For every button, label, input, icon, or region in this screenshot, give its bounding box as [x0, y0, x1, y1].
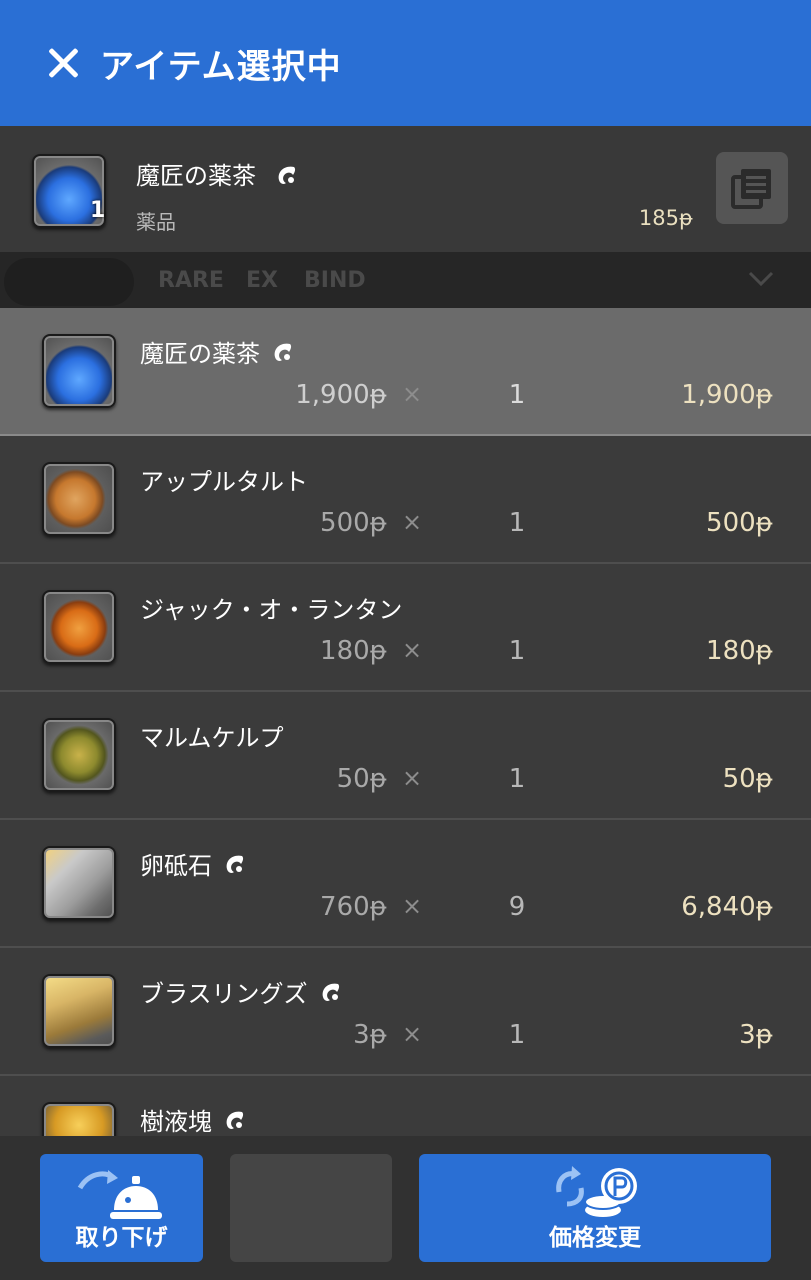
item-name-wrap: 卵砥石: [140, 846, 248, 881]
price-change-icon: [556, 1166, 637, 1217]
item-name: マルムケルプ: [140, 724, 284, 752]
withdraw-label: 取り下げ: [75, 1225, 168, 1251]
tea-icon: [42, 334, 116, 408]
item-name-wrap: ジャック・オ・ランタン: [140, 590, 402, 625]
filter-tag-rare[interactable]: RARE: [158, 268, 224, 293]
item-count: 1: [508, 764, 526, 794]
multiply-sign: ×: [402, 892, 423, 920]
item-count: 1: [508, 508, 526, 538]
kelp-icon: [42, 718, 116, 792]
item-name-wrap: ブラスリングズ: [140, 974, 344, 1009]
item-name-wrap: 樹液塊: [140, 1102, 248, 1136]
item-unit-price: 1,900ᵽ: [295, 380, 387, 410]
item-count: 1: [508, 1020, 526, 1050]
item-count: 1: [508, 636, 526, 666]
empty-action-button[interactable]: [230, 1154, 392, 1262]
item-unit-price: 760ᵽ: [320, 892, 387, 922]
item-total: 50ᵽ: [722, 764, 773, 794]
list-item[interactable]: 樹液塊: [0, 1076, 811, 1136]
item-detail-button[interactable]: [716, 152, 788, 224]
item-total: 3ᵽ: [739, 1020, 773, 1050]
sap-icon: [42, 1102, 116, 1136]
selected-item-category: 薬品: [136, 210, 176, 234]
item-count: 1: [508, 380, 526, 410]
filter-tag-bind[interactable]: BIND: [304, 268, 366, 293]
list-item[interactable]: 卵砥石 760ᵽ × 9 6,840ᵽ: [0, 820, 811, 948]
price-change-label: 価格変更: [549, 1225, 641, 1251]
selected-item-panel: 1 魔匠の薬茶 薬品 185ᵽ: [0, 126, 811, 252]
multiply-sign: ×: [402, 380, 423, 408]
item-name: ブラスリングズ: [140, 980, 308, 1008]
jack-o-lantern-icon: [42, 590, 116, 664]
item-unit-price: 180ᵽ: [320, 636, 387, 666]
filter-pill[interactable]: [4, 258, 134, 306]
filter-tag-ex[interactable]: EX: [246, 268, 278, 293]
item-name-wrap: マルムケルプ: [140, 718, 284, 753]
hq-icon: [322, 983, 339, 1001]
brass-rings-icon: [42, 974, 116, 1048]
hq-icon: [274, 343, 292, 361]
list-item[interactable]: ブラスリングズ 3ᵽ × 1 3ᵽ: [0, 948, 811, 1076]
item-name: アップルタルト: [140, 468, 308, 496]
multiply-sign: ×: [402, 636, 423, 664]
hq-icon: [226, 1111, 244, 1129]
hq-icon: [278, 166, 295, 184]
list-item[interactable]: ジャック・オ・ランタン 180ᵽ × 1 180ᵽ: [0, 564, 811, 692]
service-bell-icon: [77, 1170, 162, 1219]
item-name-wrap: 魔匠の薬茶: [140, 334, 296, 369]
item-list: 魔匠の薬茶 1,900ᵽ × 1 1,900ᵽ アップルタルト 500ᵽ × 1…: [0, 308, 811, 1136]
multiply-sign: ×: [402, 508, 423, 536]
list-item[interactable]: アップルタルト 500ᵽ × 1 500ᵽ: [0, 436, 811, 564]
page-title: アイテム選択中: [100, 46, 342, 87]
item-total: 500ᵽ: [706, 508, 773, 538]
item-total: 6,840ᵽ: [681, 892, 773, 922]
close-icon[interactable]: [44, 44, 82, 82]
header-bar: アイテム選択中: [0, 0, 811, 126]
whetstone-icon: [42, 846, 116, 920]
item-name: ジャック・オ・ランタン: [140, 596, 403, 624]
item-unit-price: 50ᵽ: [336, 764, 387, 794]
item-quantity: 1: [90, 198, 106, 223]
footer-bar: 取り下げ 価格変更: [0, 1136, 811, 1280]
item-name: 卵砥石: [140, 852, 212, 880]
item-unit-price: 3ᵽ: [353, 1020, 387, 1050]
item-total: 180ᵽ: [706, 636, 773, 666]
item-total: 1,900ᵽ: [681, 380, 773, 410]
selected-item-name-text: 魔匠の薬茶: [136, 162, 256, 190]
item-name-wrap: アップルタルト: [140, 462, 308, 497]
price-change-button[interactable]: 価格変更: [419, 1154, 771, 1262]
list-item[interactable]: 魔匠の薬茶 1,900ᵽ × 1 1,900ᵽ: [0, 308, 811, 436]
apple-tart-icon: [42, 462, 116, 536]
withdraw-button[interactable]: 取り下げ: [40, 1154, 203, 1262]
multiply-sign: ×: [402, 1020, 423, 1048]
chevron-down-icon[interactable]: [748, 270, 774, 288]
item-name: 魔匠の薬茶: [140, 340, 260, 368]
multiply-sign: ×: [402, 764, 423, 792]
item-count: 9: [508, 892, 526, 922]
list-item[interactable]: マルムケルプ 50ᵽ × 1 50ᵽ: [0, 692, 811, 820]
document-icon: [731, 169, 771, 209]
selected-item-name: 魔匠の薬茶: [136, 156, 300, 191]
item-unit-price: 500ᵽ: [320, 508, 387, 538]
hq-icon: [226, 855, 244, 873]
filter-bar: RARE EX BIND: [0, 252, 811, 308]
item-name: 樹液塊: [140, 1108, 212, 1136]
selected-item-price: 185ᵽ: [638, 206, 693, 230]
